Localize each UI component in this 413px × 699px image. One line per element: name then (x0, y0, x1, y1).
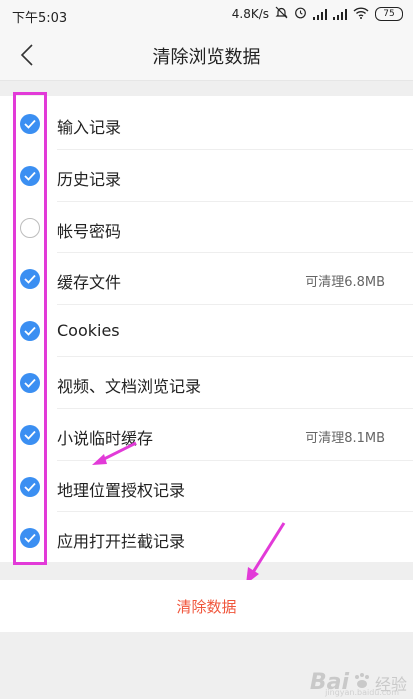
option-passwords[interactable]: 帐号密码 (0, 202, 413, 254)
novel-cache-size-text: 可清理8.1MB (305, 430, 385, 446)
clear-data-label: 清除数据 (176, 598, 237, 616)
baidu-jingyan-watermark: Bai 经验 jingyan.baidu.com (310, 670, 407, 697)
page-title: 清除浏览数据 (152, 47, 261, 68)
clear-data-button[interactable]: 清除数据 (0, 580, 413, 632)
option-label: 输入记录 (57, 118, 122, 137)
option-location-permissions[interactable]: 地理位置授权记录 (0, 461, 413, 513)
option-video-document-history[interactable]: 视频、文档浏览记录 (0, 357, 413, 409)
option-cookies[interactable]: Cookies (0, 305, 413, 357)
annotation-arrow-icon (246, 522, 286, 584)
wifi-icon (353, 6, 369, 22)
option-novel-cache[interactable]: 小说临时缓存 可清理8.1MB (0, 409, 413, 461)
option-input-history[interactable]: 输入记录 (0, 98, 413, 150)
option-label: Cookies (57, 321, 120, 341)
option-label: 帐号密码 (57, 221, 122, 241)
option-app-open-blocks[interactable]: 应用打开拦截记录 (0, 512, 413, 564)
option-label: 应用打开拦截记录 (57, 532, 186, 552)
option-label: 视频、文档浏览记录 (57, 377, 202, 396)
annotation-highlight-box (13, 92, 47, 565)
status-bar: 下午5:03 4.8K/s 75 (0, 0, 413, 30)
cache-size-text: 可清理6.8MB (305, 275, 385, 291)
option-label: 缓存文件 (57, 273, 122, 293)
option-label: 历史记录 (57, 169, 122, 189)
app-header: 清除浏览数据 (0, 30, 413, 81)
status-icons: 4.8K/s 75 (232, 6, 403, 22)
clear-options-list: 输入记录 历史记录 帐号密码 缓存文件 可清理6.8MB Cookies 视频、… (0, 96, 413, 562)
network-speed: 4.8K/s (231, 7, 269, 21)
mute-icon (275, 6, 288, 22)
battery-icon: 75 (375, 7, 403, 21)
alarm-icon (294, 6, 307, 22)
annotation-arrow-icon (92, 441, 137, 465)
signal-icon (333, 8, 347, 20)
option-cache-files[interactable]: 缓存文件 可清理6.8MB (0, 253, 413, 306)
option-label: 地理位置授权记录 (57, 480, 186, 500)
hd-signal-icon (313, 8, 327, 20)
status-time: 下午5:03 (12, 11, 68, 26)
option-browsing-history[interactable]: 历史记录 (0, 150, 413, 202)
watermark-url: jingyan.baidu.com (325, 688, 399, 697)
